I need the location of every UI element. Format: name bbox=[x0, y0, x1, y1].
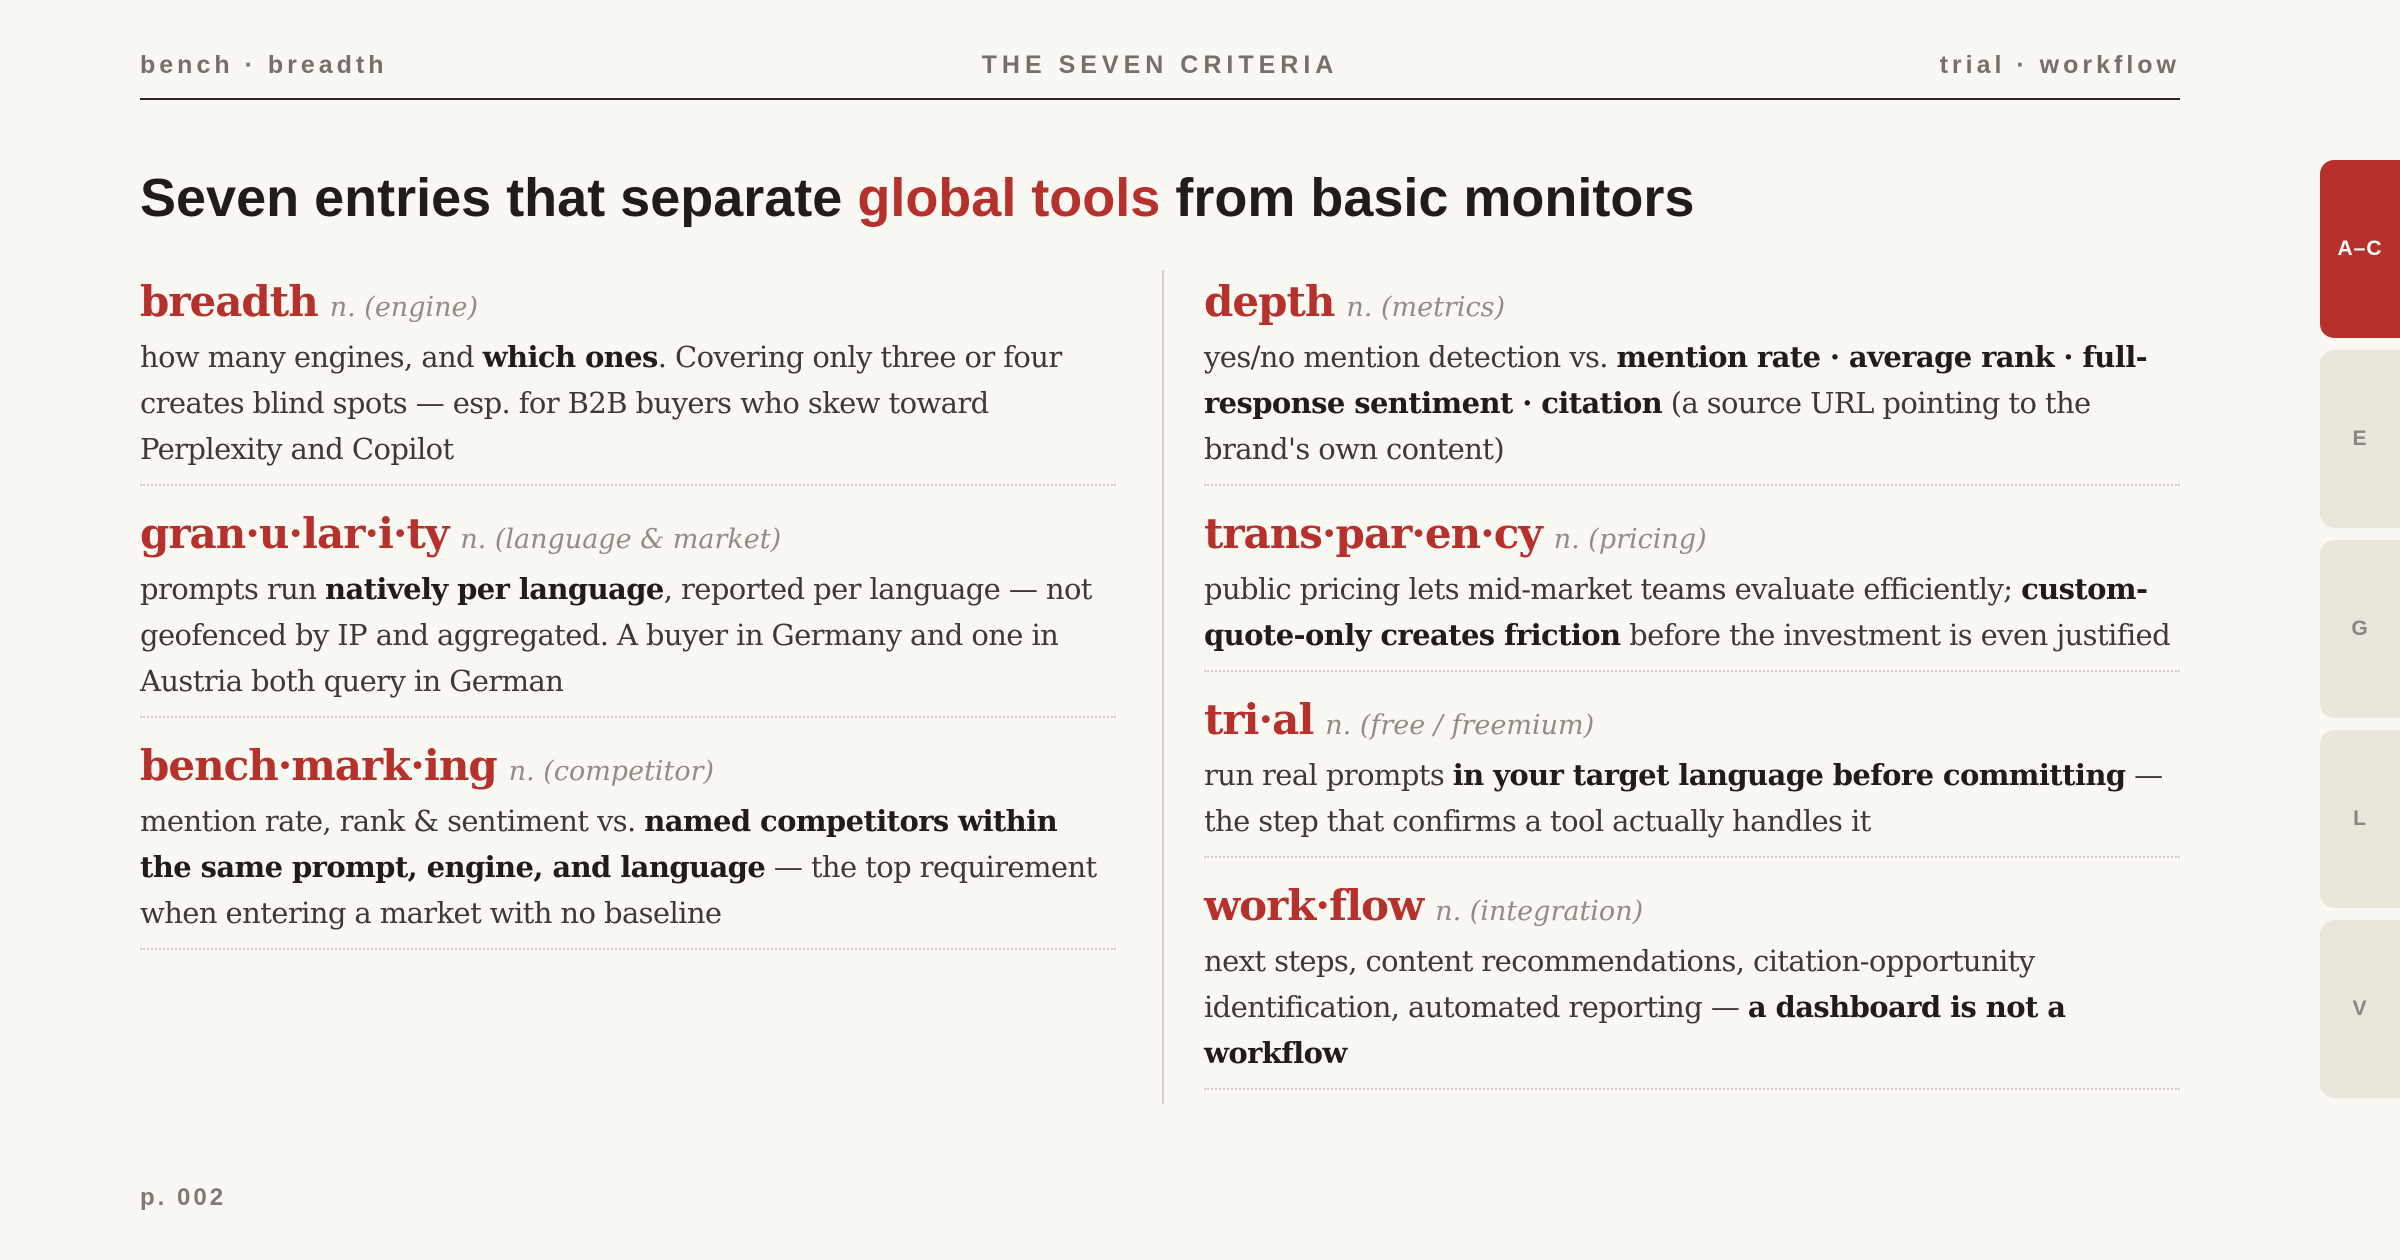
entry-heading: work·flow n. (integration) bbox=[1204, 874, 2180, 938]
entry-definition: mention rate, rank & sentiment vs. named… bbox=[140, 798, 1116, 936]
entry-term: breadth bbox=[140, 277, 319, 326]
entry-part-of-speech: n. (engine) bbox=[329, 292, 479, 323]
entry-part-of-speech: n. (language & market) bbox=[460, 524, 782, 555]
entry-definition: yes/no mention detection vs. mention rat… bbox=[1204, 334, 2180, 472]
definition-text: run real prompts bbox=[1204, 758, 1453, 792]
definition-text: prompts run bbox=[140, 572, 325, 606]
definition-text: mention rate, rank & sentiment vs. bbox=[140, 804, 645, 838]
entry-definition: public pricing lets mid-market teams eva… bbox=[1204, 566, 2180, 658]
glossary-entry: work·flow n. (integration) next steps, con… bbox=[1204, 874, 2180, 1090]
right-column: depth n. (metrics) yes/no mention detectio… bbox=[1204, 270, 2180, 1106]
index-tab[interactable]: A–C bbox=[2320, 160, 2400, 338]
entry-part-of-speech: n. (metrics) bbox=[1346, 292, 1505, 323]
entry-definition: how many engines, and which ones. Coveri… bbox=[140, 334, 1116, 472]
left-column: breadth n. (engine) how many engines, and … bbox=[140, 270, 1116, 966]
entry-heading: trans·par·en·cy n. (pricing) bbox=[1204, 502, 2180, 566]
index-tab[interactable]: V bbox=[2320, 920, 2400, 1098]
entry-term: bench·mark·ing bbox=[140, 741, 498, 790]
definition-text: public pricing lets mid-market teams eva… bbox=[1204, 572, 2022, 606]
entry-definition: run real prompts in your target language… bbox=[1204, 752, 2180, 844]
entry-part-of-speech: n. (pricing) bbox=[1553, 524, 1707, 555]
definition-text: before the investment is even justified bbox=[1620, 618, 2171, 652]
entry-heading: breadth n. (engine) bbox=[140, 270, 1116, 334]
entry-heading: gran·u·lar·i·ty n. (language & market) bbox=[140, 502, 1116, 566]
entry-definition: prompts run natively per language, repor… bbox=[140, 566, 1116, 704]
index-tab[interactable]: L bbox=[2320, 730, 2400, 908]
entry-part-of-speech: n. (free / freemium) bbox=[1325, 710, 1595, 741]
page-title: Seven entries that separate global tools… bbox=[140, 160, 2180, 236]
entry-part-of-speech: n. (integration) bbox=[1435, 896, 1644, 927]
glossary-entry: gran·u·lar·i·ty n. (language & market) pro… bbox=[140, 502, 1116, 718]
entry-term: depth bbox=[1204, 277, 1335, 326]
header-section-title: THE SEVEN CRITERIA bbox=[981, 51, 1339, 79]
definition-text: yes/no mention detection vs. bbox=[1204, 340, 1617, 374]
definition-emphasis: in your target language before committin… bbox=[1452, 758, 2126, 792]
glossary-entry: depth n. (metrics) yes/no mention detectio… bbox=[1204, 270, 2180, 486]
definition-emphasis: which ones bbox=[482, 340, 659, 374]
column-divider bbox=[1162, 270, 1164, 1104]
header-right-guide: trial · workflow bbox=[1939, 51, 2180, 79]
entry-term: work·flow bbox=[1204, 881, 1424, 930]
glossary-entry: bench·mark·ing n. (competitor) mention rat… bbox=[140, 734, 1116, 950]
glossary-entry: breadth n. (engine) how many engines, and … bbox=[140, 270, 1116, 486]
index-tabs: A–C E G L V bbox=[2320, 160, 2400, 1110]
entry-heading: tri·al n. (free / freemium) bbox=[1204, 688, 2180, 752]
title-before: Seven entries that separate bbox=[140, 168, 858, 228]
entry-definition: next steps, content recommendations, cit… bbox=[1204, 938, 2180, 1076]
page-number: p. 002 bbox=[140, 1184, 227, 1211]
index-tab[interactable]: G bbox=[2320, 540, 2400, 718]
entry-term: tri·al bbox=[1204, 695, 1314, 744]
glossary-entry: trans·par·en·cy n. (pricing) public pricin… bbox=[1204, 502, 2180, 672]
definition-emphasis: natively per language bbox=[324, 572, 664, 606]
page-header: bench · breadth THE SEVEN CRITERIA trial… bbox=[140, 0, 2180, 100]
glossary-entry: tri·al n. (free / freemium) run real promp… bbox=[1204, 688, 2180, 858]
entry-part-of-speech: n. (competitor) bbox=[508, 756, 715, 787]
entry-heading: bench·mark·ing n. (competitor) bbox=[140, 734, 1116, 798]
title-after: from basic monitors bbox=[1160, 168, 1695, 228]
entry-heading: depth n. (metrics) bbox=[1204, 270, 2180, 334]
entry-term: gran·u·lar·i·ty bbox=[140, 509, 449, 558]
definition-text: how many engines, and bbox=[140, 340, 483, 374]
title-accent: global tools bbox=[857, 168, 1161, 228]
index-tab[interactable]: E bbox=[2320, 350, 2400, 528]
entry-term: trans·par·en·cy bbox=[1204, 509, 1543, 558]
